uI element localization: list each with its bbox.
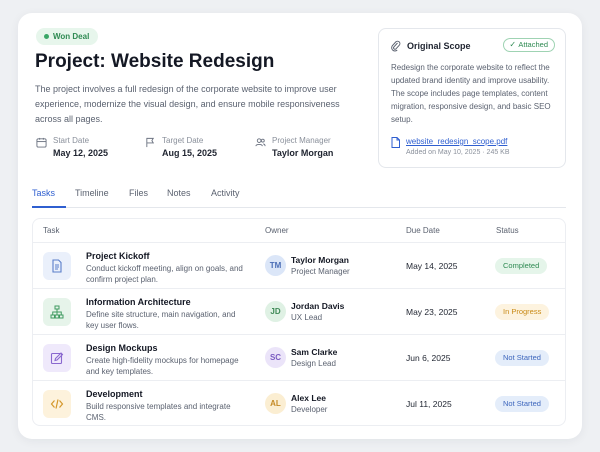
task-description: Build responsive templates and integrate…	[86, 402, 231, 422]
won-deal-badge: Won Deal	[36, 28, 99, 45]
check-icon: ✓	[509, 40, 517, 49]
tab-activity[interactable]: Activity	[211, 188, 240, 198]
project-manager-label: Project Manager	[272, 136, 331, 145]
header-status: Status	[496, 226, 519, 235]
owner-role: Developer	[291, 405, 328, 414]
tab-files[interactable]: Files	[129, 188, 148, 198]
owner-name: Sam Clarke	[291, 347, 338, 357]
target-date-label: Target Date	[162, 136, 204, 145]
task-name: Project Kickoff	[86, 251, 150, 261]
status-dot-icon	[44, 34, 49, 39]
task-description: Conduct kickoff meeting, align on goals,…	[86, 264, 243, 284]
page-title: Project: Website Redesign	[35, 51, 275, 72]
avatar: JD	[265, 301, 286, 322]
header-due-date: Due Date	[406, 226, 440, 235]
task-name: Development	[86, 389, 143, 399]
scope-title: Original Scope	[407, 41, 471, 51]
due-date: Jun 6, 2025	[406, 353, 451, 363]
task-description: Create high-fidelity mockups for homepag…	[86, 356, 239, 376]
status-badge: Not Started	[495, 350, 549, 366]
scope-description: Redesign the corporate website to reflec…	[391, 63, 551, 124]
attached-label: Attached	[518, 40, 548, 49]
status-badge: Completed	[495, 258, 548, 274]
paperclip-icon	[391, 40, 401, 52]
task-icon-box	[43, 390, 71, 418]
task-icon-box	[43, 252, 71, 280]
owner-role: Design Lead	[291, 359, 336, 368]
active-tab-indicator	[32, 206, 66, 208]
table-row[interactable]: Project Kickoff Conduct kickoff meeting,…	[33, 243, 565, 289]
owner-name: Taylor Morgan	[291, 255, 349, 265]
tasks-table: Task Owner Due Date Status Project Kicko…	[32, 218, 566, 426]
status-badge: Not Started	[495, 396, 549, 412]
calendar-icon	[36, 137, 47, 148]
users-icon	[255, 138, 266, 147]
start-date-label: Start Date	[53, 136, 90, 145]
owner-name: Alex Lee	[291, 393, 326, 403]
header-owner: Owner	[265, 226, 289, 235]
tab-bar: Tasks Timeline Files Notes Activity	[32, 188, 566, 208]
avatar: SC	[265, 347, 286, 368]
attached-badge: ✓ Attached	[503, 38, 555, 52]
task-name: Design Mockups	[86, 343, 158, 353]
task-name: Information Architecture	[86, 297, 191, 307]
badge-label: Won Deal	[53, 32, 90, 41]
target-date-value: Aug 15, 2025	[162, 148, 218, 158]
task-icon-box	[43, 298, 71, 326]
owner-role: Project Manager	[291, 267, 350, 276]
due-date: Jul 11, 2025	[406, 399, 452, 409]
task-icon-box	[43, 344, 71, 372]
avatar: AL	[265, 393, 286, 414]
tab-tasks[interactable]: Tasks	[32, 188, 55, 198]
start-date-value: May 12, 2025	[53, 148, 109, 158]
sitemap-icon	[50, 305, 64, 319]
status-badge: In Progress	[495, 304, 550, 320]
edit-icon	[50, 352, 64, 365]
avatar: TM	[265, 255, 286, 276]
due-date: May 14, 2025	[406, 261, 458, 271]
scope-file-link[interactable]: website_redesign_scope.pdf	[406, 137, 507, 146]
table-row[interactable]: Development Build responsive templates a…	[33, 381, 565, 427]
project-manager-value: Taylor Morgan	[272, 148, 334, 158]
file-icon	[391, 137, 400, 148]
header-task: Task	[43, 226, 60, 235]
flag-icon	[146, 137, 155, 148]
owner-name: Jordan Davis	[291, 301, 345, 311]
table-row[interactable]: Design Mockups Create high-fidelity mock…	[33, 335, 565, 381]
code-icon	[50, 399, 64, 409]
tab-notes[interactable]: Notes	[167, 188, 191, 198]
document-icon	[52, 259, 62, 273]
tab-timeline[interactable]: Timeline	[75, 188, 109, 198]
project-description: The project involves a full redesign of …	[35, 84, 340, 124]
owner-role: UX Lead	[291, 313, 323, 322]
scope-file-meta: Added on May 10, 2025 · 245 KB	[406, 149, 510, 156]
table-row[interactable]: Information Architecture Define site str…	[33, 289, 565, 335]
original-scope-panel: Original Scope ✓ Attached Redesign the co…	[378, 28, 566, 168]
due-date: May 23, 2025	[406, 307, 458, 317]
task-description: Define site structure, main navigation, …	[86, 310, 236, 330]
